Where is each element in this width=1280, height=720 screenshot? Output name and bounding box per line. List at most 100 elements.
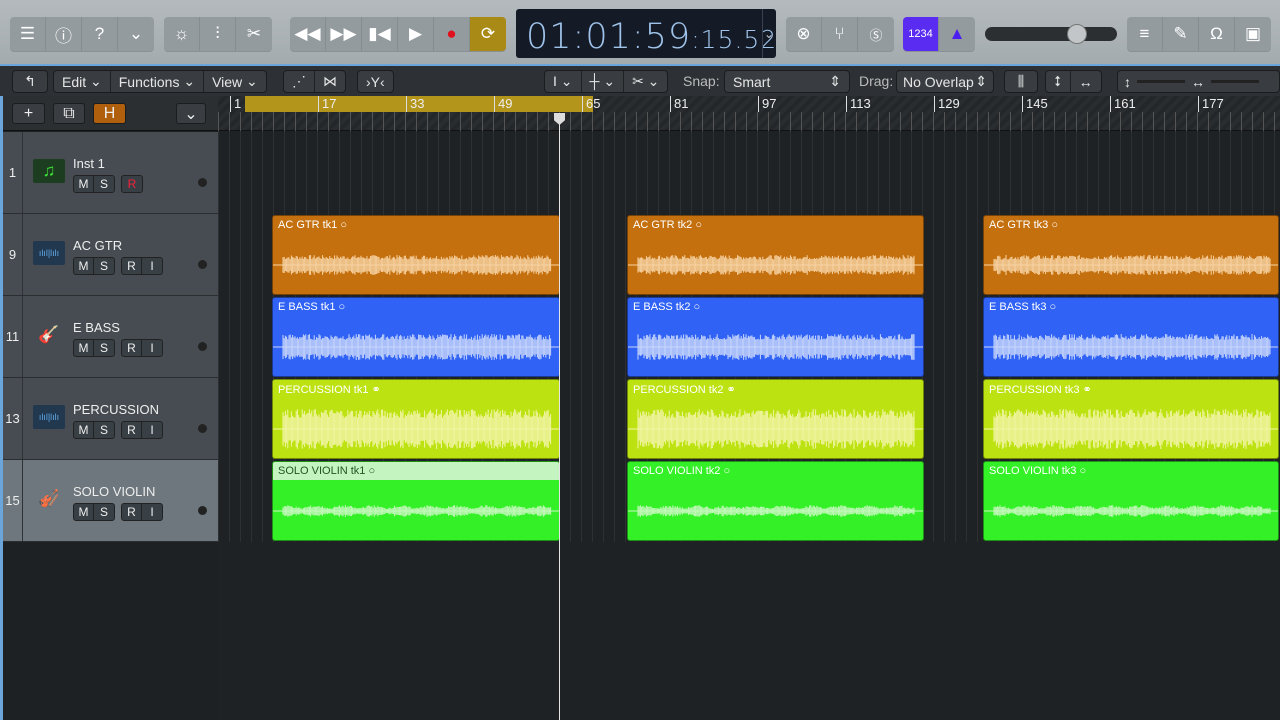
fit-vertical-icon[interactable]: ⭥	[1046, 71, 1071, 92]
library-icon[interactable]: ☰	[10, 17, 46, 51]
record-enable-button[interactable]: R	[122, 176, 142, 192]
bass-guitar-icon[interactable]: 🎸	[33, 323, 65, 347]
mute-button[interactable]: M	[74, 258, 94, 274]
waveform-zoom-icon[interactable]: ⫼	[1004, 70, 1038, 93]
snap-select[interactable]: Smart ⇕	[724, 70, 850, 93]
record-enable-button[interactable]: R	[122, 422, 142, 438]
track-name[interactable]: SOLO VIOLIN	[73, 484, 155, 499]
mixer-icon[interactable]: ⫶	[200, 17, 236, 51]
audio-region[interactable]: PERCUSSION tk1 ⚭	[272, 379, 560, 459]
functions-menu[interactable]: Functions ⌄	[111, 71, 205, 92]
mute-button[interactable]: M	[74, 176, 94, 192]
fit-horizontal-icon[interactable]: ↔	[1071, 71, 1101, 92]
input-monitor-button[interactable]: I	[142, 340, 162, 356]
track-header[interactable]: 9 ılıl|lılı AC GTR MSRI	[3, 214, 218, 296]
flex-icon[interactable]: ⋈	[315, 71, 345, 92]
record-enable-button[interactable]: R	[122, 258, 142, 274]
record-enable-button[interactable]: R	[122, 504, 142, 520]
lcd-chevron-down-icon[interactable]: ⌄	[762, 9, 776, 58]
go-to-start-icon[interactable]: ▮◀	[362, 17, 398, 51]
track-name[interactable]: PERCUSSION	[73, 402, 159, 417]
edit-menu[interactable]: Edit ⌄	[54, 71, 111, 92]
region-name: SOLO VIOLIN tk2 ○	[633, 465, 731, 477]
solo-icon[interactable]: Ⓢ	[858, 17, 894, 51]
violin-icon[interactable]: 🎻	[33, 487, 65, 511]
cycle-icon[interactable]: ⟳	[470, 17, 506, 51]
automation-icon[interactable]: ⋰	[284, 71, 315, 92]
audio-region[interactable]: PERCUSSION tk3 ⚭	[983, 379, 1279, 459]
back-icon[interactable]: ↰	[12, 70, 48, 93]
rewind-icon[interactable]: ◀◀	[290, 17, 326, 51]
audio-region[interactable]: AC GTR tk1 ○	[272, 215, 560, 295]
scissors-tool-icon[interactable]: ✂ ⌄	[624, 71, 667, 92]
region-name: SOLO VIOLIN tk3 ○	[989, 465, 1087, 477]
audio-waveform-icon[interactable]: ılıl|lılı	[33, 241, 65, 265]
playhead[interactable]	[559, 113, 560, 720]
solo-button[interactable]: S	[94, 176, 114, 192]
list-editors-icon[interactable]: ≡	[1127, 17, 1163, 51]
audio-region[interactable]: E BASS tk2 ○	[627, 297, 924, 377]
audio-region[interactable]: SOLO VIOLIN tk1 ○	[272, 461, 560, 541]
track-name[interactable]: Inst 1	[73, 156, 105, 171]
mute-button[interactable]: M	[74, 340, 94, 356]
solo-button[interactable]: S	[94, 340, 114, 356]
audio-region[interactable]: AC GTR tk3 ○	[983, 215, 1279, 295]
audio-region[interactable]: E BASS tk3 ○	[983, 297, 1279, 377]
track-header[interactable]: 15 🎻 SOLO VIOLIN MSRI	[3, 460, 218, 542]
replace-icon[interactable]: ⊗	[786, 17, 822, 51]
mute-button[interactable]: M	[74, 422, 94, 438]
fast-forward-icon[interactable]: ▶▶	[326, 17, 362, 51]
solo-button[interactable]: S	[94, 258, 114, 274]
zoom-sliders[interactable]: ↕ ↔	[1117, 70, 1280, 93]
hide-button[interactable]: H	[93, 103, 126, 124]
media-browser-icon[interactable]: ▣	[1235, 17, 1271, 51]
volume-knob[interactable]	[1067, 24, 1087, 44]
editors-icon[interactable]: ✂	[236, 17, 272, 51]
master-volume-slider[interactable]	[985, 24, 1117, 44]
audio-region[interactable]: SOLO VIOLIN tk2 ○	[627, 461, 924, 541]
lcd-display[interactable]: 01:01:59:15.52 ⌄	[516, 9, 776, 58]
note-pad-icon[interactable]: ✎	[1163, 17, 1199, 51]
record-enable-button[interactable]: R	[122, 340, 142, 356]
mute-button[interactable]: M	[74, 504, 94, 520]
crosshair-tool-icon[interactable]: ┼ ⌄	[582, 71, 625, 92]
audio-region[interactable]: PERCUSSION tk2 ⚭	[627, 379, 924, 459]
track-header[interactable]: 13 ılıl|lılı PERCUSSION MSRI	[3, 378, 218, 460]
record-icon[interactable]: ●	[434, 17, 470, 51]
audio-waveform-icon[interactable]: ılıl|lılı	[33, 405, 65, 429]
track-name[interactable]: E BASS	[73, 320, 120, 335]
inspector-icon[interactable]: ⓘ	[46, 17, 82, 51]
solo-button[interactable]: S	[94, 504, 114, 520]
track-header[interactable]: 1 ♫ Inst 1 MSR	[3, 132, 218, 214]
catch-icon[interactable]: ›Y‹	[357, 70, 394, 93]
ruler[interactable]: 1 17 33 49 65 81 97 113 129 145 161 177	[218, 96, 1280, 131]
tuner-icon[interactable]: ⑂	[822, 17, 858, 51]
track-name[interactable]: AC GTR	[73, 238, 122, 253]
region-name: SOLO VIOLIN tk1 ○	[278, 465, 376, 477]
input-monitor-button[interactable]: I	[142, 504, 162, 520]
fit-group: ⭥ ↔	[1045, 70, 1102, 93]
track-header[interactable]: 11 🎸 E BASS MSRI	[3, 296, 218, 378]
count-in-button[interactable]: 1234	[903, 17, 939, 51]
solo-button[interactable]: S	[94, 422, 114, 438]
drag-select[interactable]: No Overlap ⇕	[896, 70, 994, 93]
input-monitor-button[interactable]: I	[142, 258, 162, 274]
play-icon[interactable]: ▶	[398, 17, 434, 51]
duplicate-track-icon[interactable]: ⧉	[53, 103, 85, 124]
global-tracks-icon[interactable]: ⌄	[176, 103, 206, 124]
pointer-tool-icon[interactable]: I ⌄	[545, 71, 582, 92]
view-menu[interactable]: View ⌄	[204, 71, 266, 92]
midi-note-icon[interactable]: ♫	[33, 159, 65, 183]
audio-region[interactable]: AC GTR tk2 ○	[627, 215, 924, 295]
audio-region[interactable]: SOLO VIOLIN tk3 ○	[983, 461, 1279, 541]
add-track-button[interactable]: +	[12, 103, 45, 124]
region-name: PERCUSSION tk2 ⚭	[633, 384, 736, 396]
toolbar-icon[interactable]: ⌄	[118, 17, 154, 51]
loop-browser-icon[interactable]: Ω	[1199, 17, 1235, 51]
input-monitor-button[interactable]: I	[142, 422, 162, 438]
audio-region[interactable]: E BASS tk1 ○	[272, 297, 560, 377]
metronome-icon[interactable]: ▲	[939, 17, 975, 51]
quick-help-icon[interactable]: ?	[82, 17, 118, 51]
region-name: AC GTR tk1 ○	[278, 219, 348, 231]
smart-controls-icon[interactable]: ☼	[164, 17, 200, 51]
